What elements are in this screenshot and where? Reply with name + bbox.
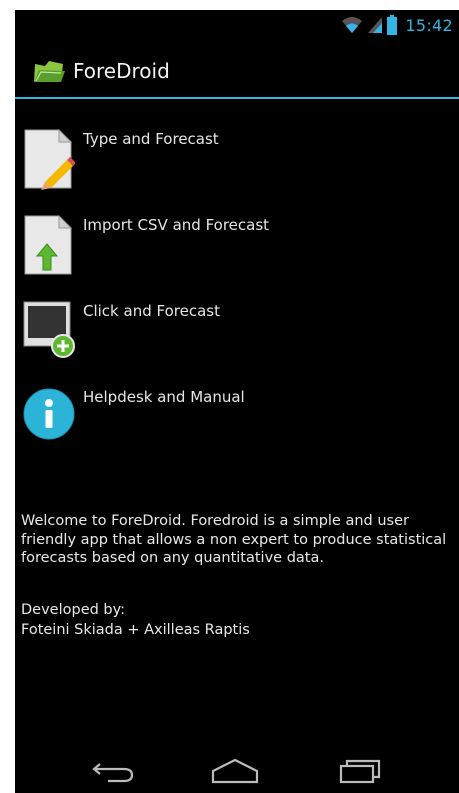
screen-add-icon: [23, 301, 75, 358]
developed-by-label: Developed by:: [21, 602, 126, 618]
menu-item-label: Click and Forecast: [83, 302, 220, 320]
action-bar: ForeDroid: [15, 50, 459, 96]
menu-item-label: Type and Forecast: [83, 130, 219, 148]
info-icon: [23, 388, 75, 440]
menu-item-click-and-forecast[interactable]: Click and Forecast: [15, 300, 459, 380]
phone-screen: 15:42 ForeDroid Type and Forecast Import…: [15, 10, 459, 793]
document-import-icon: [24, 214, 73, 275]
action-bar-divider: [15, 97, 459, 99]
home-icon[interactable]: [210, 756, 260, 786]
document-pencil-icon: [24, 128, 75, 190]
developer-credits: Developed by: Foteini Skiada + Axilleas …: [21, 600, 250, 640]
app-logo-icon[interactable]: [31, 58, 67, 88]
developer-names: Foteini Skiada + Axilleas Raptis: [21, 622, 250, 638]
welcome-text: Welcome to ForeDroid. Foredroid is a sim…: [21, 513, 447, 566]
wifi-icon: [342, 17, 363, 33]
app-title: ForeDroid: [73, 59, 170, 83]
menu-item-type-and-forecast[interactable]: Type and Forecast: [15, 128, 459, 208]
recent-apps-icon[interactable]: [335, 756, 385, 786]
menu-item-helpdesk[interactable]: Helpdesk and Manual: [15, 386, 459, 466]
menu-item-label: Helpdesk and Manual: [83, 388, 245, 406]
back-icon[interactable]: [90, 756, 140, 786]
menu-item-label: Import CSV and Forecast: [83, 216, 270, 234]
status-bar: 15:42: [15, 10, 459, 40]
battery-icon: [387, 15, 398, 35]
signal-icon: [368, 17, 383, 33]
status-clock: 15:42: [405, 15, 453, 35]
navigation-bar: [15, 746, 459, 793]
status-icons: 15:42: [341, 10, 459, 40]
menu-item-import-csv[interactable]: Import CSV and Forecast: [15, 214, 459, 294]
